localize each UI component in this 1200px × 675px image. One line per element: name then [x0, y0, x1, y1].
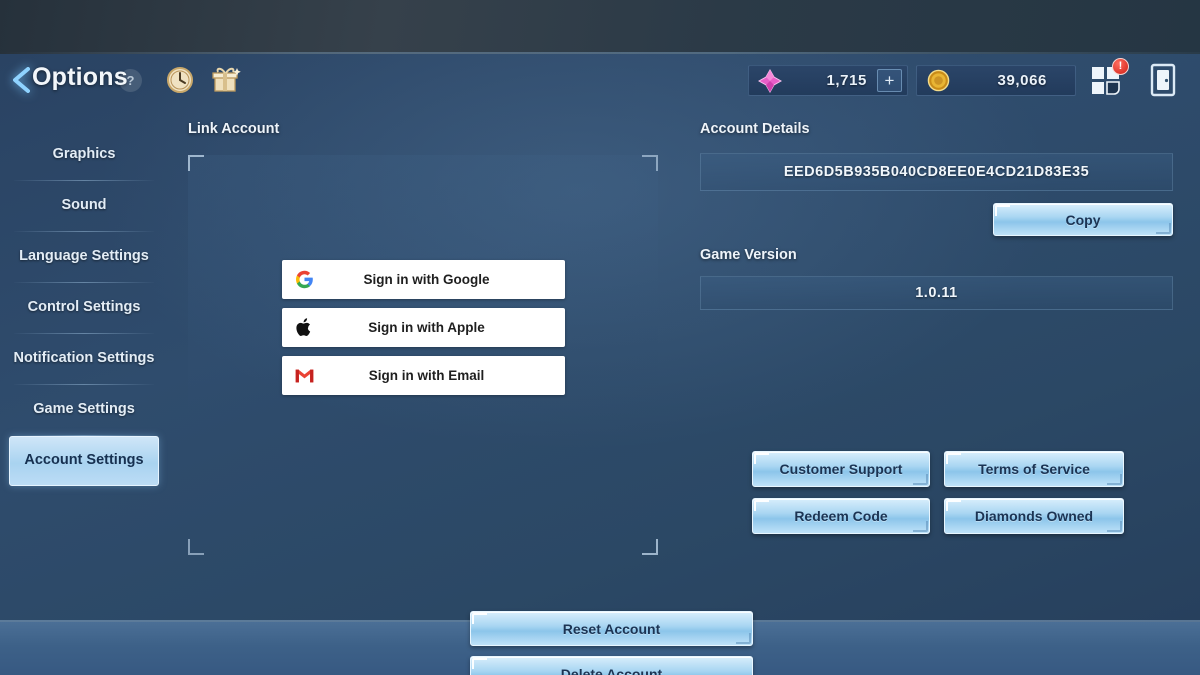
gift-icon[interactable]: [210, 64, 242, 94]
panel-corner-icon: [642, 155, 658, 171]
google-icon: [282, 270, 326, 289]
diamonds-owned-button[interactable]: Diamonds Owned: [944, 498, 1124, 534]
sidebar-item-label: Account Settings: [24, 452, 144, 469]
game-version-heading: Game Version: [700, 247, 797, 263]
help-icon[interactable]: ?: [119, 69, 142, 92]
add-diamonds-button[interactable]: +: [877, 69, 902, 92]
gold-currency[interactable]: 39,066: [916, 65, 1076, 96]
link-account-panel: Sign in with Google Sign in with Apple S…: [188, 155, 753, 675]
sidebar-item-label: Notification Settings: [13, 350, 155, 367]
gmail-icon: [282, 368, 326, 384]
terms-of-service-button[interactable]: Terms of Service: [944, 451, 1124, 487]
sign-in-google-button[interactable]: Sign in with Google: [282, 260, 565, 299]
sign-in-apple-label: Sign in with Apple: [368, 320, 485, 335]
sign-in-apple-button[interactable]: Sign in with Apple: [282, 308, 565, 347]
sidebar-item-label: Game Settings: [33, 401, 135, 418]
link-account-heading: Link Account: [188, 121, 280, 137]
settings-sidebar: Graphics Sound Language Settings Control…: [0, 130, 168, 486]
sidebar-item-label: Graphics: [52, 146, 116, 163]
sign-in-google-label: Sign in with Google: [363, 272, 490, 287]
page-title: Options: [32, 63, 128, 91]
sign-in-email-label: Sign in with Email: [368, 368, 485, 383]
sign-in-email-button[interactable]: Sign in with Email: [282, 356, 565, 395]
account-details-heading: Account Details: [700, 121, 810, 137]
clock-icon[interactable]: [166, 66, 194, 94]
gold-coin-icon: [927, 69, 950, 92]
sidebar-item-control-settings[interactable]: Control Settings: [9, 283, 159, 333]
reset-account-button[interactable]: Reset Account: [470, 611, 753, 646]
exit-door-icon[interactable]: [1148, 62, 1178, 98]
sidebar-item-notification-settings[interactable]: Notification Settings: [9, 334, 159, 384]
sidebar-item-label: Language Settings: [19, 248, 149, 265]
game-version-value: 1.0.11: [700, 276, 1173, 310]
sidebar-item-graphics[interactable]: Graphics: [9, 130, 159, 180]
copy-button[interactable]: Copy: [993, 203, 1173, 236]
topbar-background: [0, 0, 1200, 54]
sidebar-item-language-settings[interactable]: Language Settings: [9, 232, 159, 282]
game-options-screen: Options ? 1,715 + 39,066 ! Graphics Soun…: [0, 0, 1200, 675]
diamond-amount: 1,715: [826, 72, 867, 89]
customer-support-button[interactable]: Customer Support: [752, 451, 930, 487]
panel-corner-icon: [642, 539, 658, 555]
sidebar-item-label: Control Settings: [27, 299, 141, 316]
sidebar-item-sound[interactable]: Sound: [9, 181, 159, 231]
alert-badge: !: [1112, 58, 1129, 75]
delete-account-button[interactable]: Delete Account: [470, 656, 753, 675]
diamond-currency[interactable]: 1,715 +: [748, 65, 908, 96]
panel-corner-icon: [188, 539, 204, 555]
panel-corner-icon: [188, 155, 204, 171]
apple-icon: [282, 317, 326, 338]
gold-amount: 39,066: [997, 72, 1047, 89]
redeem-code-button[interactable]: Redeem Code: [752, 498, 930, 534]
sidebar-item-game-settings[interactable]: Game Settings: [9, 385, 159, 435]
sidebar-item-account-settings[interactable]: Account Settings: [9, 436, 159, 486]
sidebar-item-label: Sound: [61, 197, 107, 214]
account-id-value: EED6D5B935B040CD8EE0E4CD21D83E35: [700, 153, 1173, 191]
diamond-gem-icon: [758, 68, 782, 93]
